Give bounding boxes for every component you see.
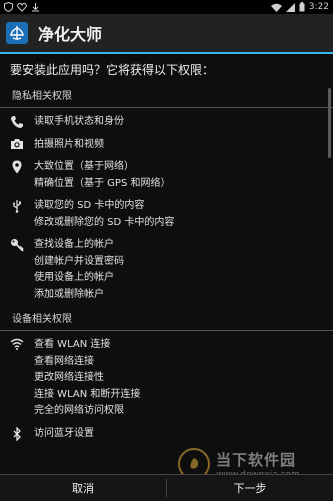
permission-item: 查找设备上的帐户 <box>34 239 114 250</box>
permission-group-camera: 拍摄照片和视频 <box>0 137 333 160</box>
app-title: 净化大师 <box>38 25 103 44</box>
usb-icon <box>0 198 34 213</box>
phone-icon <box>0 114 34 129</box>
download-notification-icon <box>32 3 39 12</box>
heart-notification-icon <box>17 2 27 12</box>
permission-item: 完全的网络访问权限 <box>34 405 124 416</box>
section-header-privacy: 隐私相关权限 <box>0 86 333 108</box>
permission-item: 更改网络连接性 <box>34 372 104 383</box>
permission-group-location: 大致位置（基于网络） 精确位置（基于 GPS 和网络） <box>0 159 333 198</box>
app-bar: 净化大师 <box>0 14 333 54</box>
permission-item: 精确位置（基于 GPS 和网络） <box>34 177 171 189</box>
permission-group-accounts: 查找设备上的帐户 创建帐户并设置密码 使用设备上的帐户 添加或删除帐户 <box>0 237 333 309</box>
permission-item: 连接 WLAN 和断开连接 <box>34 388 141 400</box>
permission-item: 大致位置（基于网络） <box>34 161 134 172</box>
permission-group-storage: 读取您的 SD 卡中的内容 修改或删除您的 SD 卡中的内容 <box>0 198 333 237</box>
permission-item: 读取手机状态和身份 <box>34 116 124 127</box>
permission-list[interactable]: 隐私相关权限 读取手机状态和身份 拍摄照片和视频 大致位置（基于网络） 精确位置… <box>0 86 333 474</box>
permission-item: 读取您的 SD 卡中的内容 <box>34 200 145 211</box>
cancel-button[interactable]: 取消 <box>0 475 166 501</box>
cell-signal-icon <box>285 2 295 12</box>
permission-item: 创建帐户并设置密码 <box>34 255 124 267</box>
scrollbar[interactable] <box>328 88 331 158</box>
permission-group-phone: 读取手机状态和身份 <box>0 114 333 137</box>
permission-item: 访问蓝牙设置 <box>34 427 94 439</box>
permission-item: 查看 WLAN 连接 <box>34 339 111 350</box>
permission-item: 添加或删除帐户 <box>34 288 104 300</box>
install-question: 要安装此应用吗？它将获得以下权限： <box>10 63 215 77</box>
permission-item: 修改或删除您的 SD 卡中的内容 <box>34 216 175 228</box>
camera-icon <box>0 137 34 150</box>
status-time: 3:22 <box>308 2 329 12</box>
wifi-icon <box>0 337 34 350</box>
permission-item: 使用设备上的帐户 <box>34 272 114 283</box>
location-pin-icon <box>0 159 34 174</box>
status-bar-right: 3:22 <box>270 2 329 12</box>
permission-item: 拍摄照片和视频 <box>34 138 104 150</box>
button-bar: 取消 下一步 <box>0 474 333 501</box>
wifi-signal-icon <box>270 3 282 12</box>
permission-item: 查看网络连接 <box>34 355 94 367</box>
shield-notification-icon <box>4 2 13 12</box>
key-icon <box>0 237 34 252</box>
next-button[interactable]: 下一步 <box>167 475 333 501</box>
status-bar: 3:22 <box>0 0 333 14</box>
status-bar-left <box>4 2 40 12</box>
bluetooth-icon <box>0 426 34 441</box>
section-header-device: 设备相关权限 <box>0 309 333 331</box>
battery-icon <box>299 2 305 12</box>
permission-group-bluetooth: 访问蓝牙设置 <box>0 426 333 449</box>
permission-group-network: 查看 WLAN 连接 查看网络连接 更改网络连接性 连接 WLAN 和断开连接 … <box>0 337 333 426</box>
app-logo-icon <box>6 22 28 44</box>
